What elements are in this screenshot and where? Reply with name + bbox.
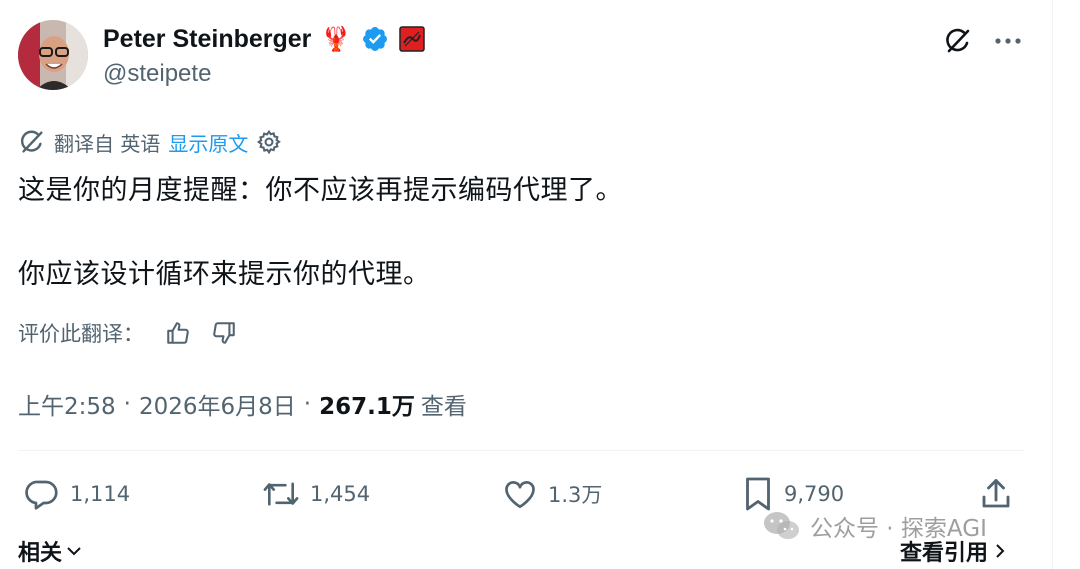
like-button[interactable]: 1.3万	[502, 474, 602, 514]
gear-icon[interactable]	[256, 129, 282, 155]
rate-translation-label: 评价此翻译：	[18, 322, 144, 346]
tweet-date[interactable]: 2026年6月8日	[139, 387, 296, 421]
author-display-name[interactable]: Peter Steinberger	[103, 25, 311, 54]
view-count-label: 查看	[420, 394, 467, 420]
like-count: 1.3万	[548, 483, 603, 507]
heart-icon	[502, 476, 538, 512]
tweet-text-line-1: 这是你的月度提醒：你不应该再提示编码代理了。	[18, 175, 623, 206]
show-original-link[interactable]: 显示原文	[168, 128, 248, 157]
tweet-text-line-2: 你应该设计循环来提示你的代理。	[18, 259, 431, 290]
verified-badge-icon[interactable]	[361, 25, 389, 53]
grok-translate-icon	[18, 128, 46, 156]
grok-icon[interactable]	[938, 21, 978, 61]
meta-separator: ·	[123, 391, 131, 417]
divider	[18, 450, 1024, 451]
author-handle[interactable]: @steipete	[103, 60, 211, 88]
affiliate-badge-icon[interactable]	[399, 26, 426, 52]
more-horizontal-icon[interactable]	[988, 21, 1028, 61]
bookmark-count: 9,790	[784, 482, 845, 506]
reply-button[interactable]: 1,114	[24, 474, 130, 514]
related-dropdown[interactable]: 相关	[18, 535, 84, 567]
view-quotes-label: 查看引用	[900, 541, 989, 566]
view-quotes-link[interactable]: 查看引用	[900, 535, 1008, 567]
thumbs-up-icon[interactable]	[158, 316, 198, 350]
view-count: 267.1万	[319, 394, 415, 420]
reply-icon	[24, 476, 60, 512]
repost-count: 1,454	[310, 482, 371, 506]
chevron-down-icon	[64, 541, 84, 561]
meta-separator: ·	[303, 391, 312, 417]
tweet-time[interactable]: 上午2:58	[18, 387, 116, 421]
lobster-emoji: 🦞	[321, 25, 352, 53]
right-border	[1052, 0, 1053, 569]
thumbs-down-icon[interactable]	[204, 316, 244, 350]
chevron-right-icon	[992, 541, 1008, 561]
translation-label: 翻译自 英语	[54, 131, 161, 156]
repost-icon	[262, 476, 300, 512]
repost-button[interactable]: 1,454	[262, 474, 370, 514]
reply-count: 1,114	[70, 482, 131, 506]
wechat-icon	[762, 509, 802, 543]
avatar[interactable]	[18, 20, 88, 90]
related-label: 相关	[18, 541, 63, 566]
